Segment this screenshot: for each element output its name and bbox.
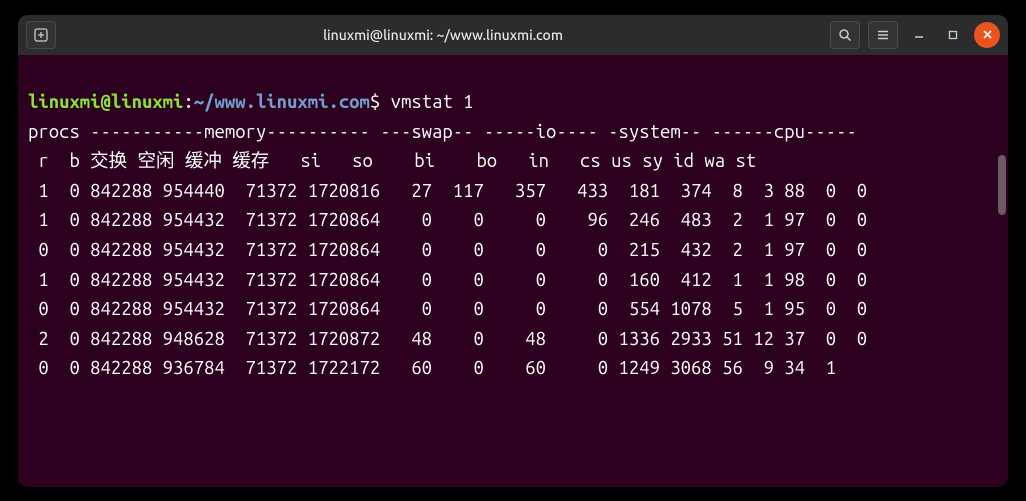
vmstat-row: 0 0 842288 936784 71372 1722172 60 0 60 … <box>28 358 836 378</box>
vmstat-row: 0 0 842288 954432 71372 1720864 0 0 0 0 … <box>28 240 867 260</box>
search-button[interactable] <box>830 21 860 49</box>
prompt-colon: : <box>183 92 193 112</box>
terminal-window: linuxmi@linuxmi: ~/www.linuxmi.com <box>18 15 1008 487</box>
vmstat-header-cols: r b 交换 空闲 缓冲 缓存 si so bi bo in cs us sy … <box>28 151 756 171</box>
search-icon <box>838 28 852 42</box>
vmstat-row: 1 0 842288 954440 71372 1720816 27 117 3… <box>28 181 867 201</box>
new-tab-icon <box>34 28 48 42</box>
vmstat-header-groups: procs -----------memory---------- ---swa… <box>28 122 857 142</box>
maximize-button[interactable] <box>940 22 966 48</box>
vmstat-row: 1 0 842288 954432 71372 1720864 0 0 0 0 … <box>28 270 867 290</box>
vmstat-row: 2 0 842288 948628 71372 1720872 48 0 48 … <box>28 329 867 349</box>
minimize-button[interactable] <box>906 22 932 48</box>
titlebar-right-controls <box>830 21 1000 49</box>
prompt-dollar: $ <box>370 92 380 112</box>
maximize-icon <box>947 29 959 41</box>
window-title: linuxmi@linuxmi: ~/www.linuxmi.com <box>64 27 822 43</box>
command-text: vmstat 1 <box>391 92 474 112</box>
menu-button[interactable] <box>868 21 898 49</box>
new-tab-button[interactable] <box>26 21 56 49</box>
titlebar: linuxmi@linuxmi: ~/www.linuxmi.com <box>18 15 1008 55</box>
vmstat-row: 0 0 842288 954432 71372 1720864 0 0 0 0 … <box>28 299 867 319</box>
scrollbar-thumb[interactable] <box>998 155 1006 215</box>
prompt-path: ~/www.linuxmi.com <box>194 92 370 112</box>
close-icon <box>982 29 993 40</box>
hamburger-icon <box>876 28 890 42</box>
vmstat-row: 1 0 842288 954432 71372 1720864 0 0 0 96… <box>28 210 867 230</box>
prompt-user-host: linuxmi@linuxmi <box>28 92 183 112</box>
minimize-icon <box>913 29 925 41</box>
terminal-body[interactable]: linuxmi@linuxmi:~/www.linuxmi.com$ vmsta… <box>18 55 1008 487</box>
close-button[interactable] <box>974 22 1000 48</box>
